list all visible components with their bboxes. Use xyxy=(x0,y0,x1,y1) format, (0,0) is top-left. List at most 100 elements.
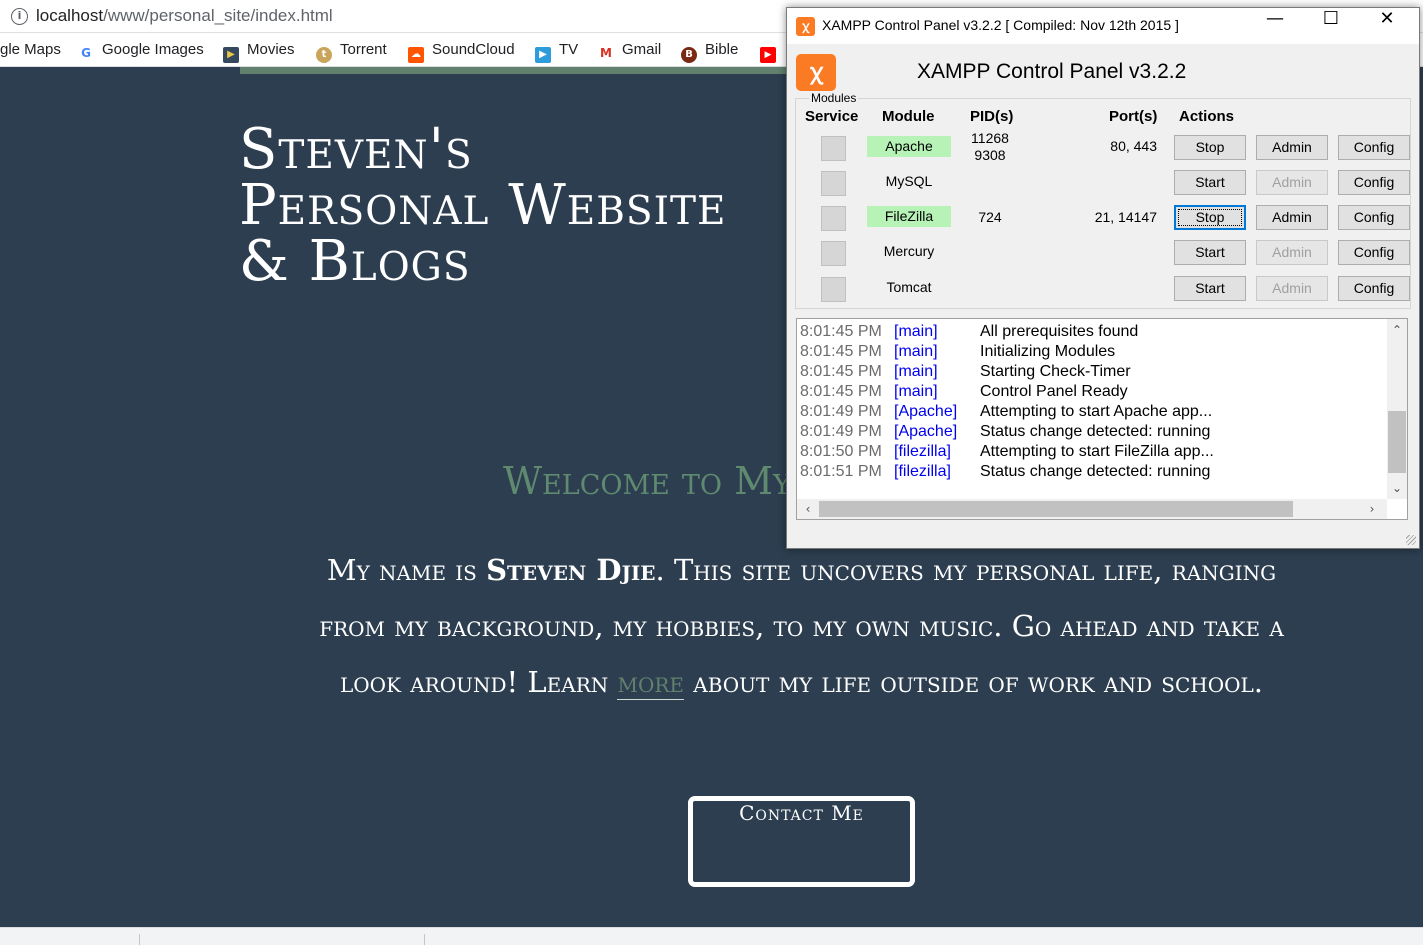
bookmark-label: Movies xyxy=(247,41,295,58)
screen: i localhost/www/personal_site/index.html… xyxy=(0,0,1423,945)
col-port: Port(s) xyxy=(1109,108,1158,125)
contact-me-button[interactable]: Contact Me xyxy=(688,796,915,887)
maximize-icon[interactable]: ☐ xyxy=(1303,8,1359,44)
horizontal-scroll-thumb[interactable] xyxy=(819,501,1293,517)
bookmark-torrent[interactable]: t Torrent xyxy=(316,41,387,63)
divider xyxy=(424,934,425,945)
tomcat-config-button[interactable]: Config xyxy=(1338,276,1410,301)
gmail-icon: M xyxy=(600,46,612,60)
col-pid: PID(s) xyxy=(970,108,1014,125)
bookmark-label: TV xyxy=(559,41,579,58)
minimize-icon[interactable]: — xyxy=(1247,8,1303,44)
log-message: Attempting to start FileZilla app... xyxy=(980,443,1214,460)
learn-more-link[interactable]: more xyxy=(617,665,685,700)
pid-value: 11268 9308 xyxy=(965,130,1015,164)
xampp-titlebar[interactable]: ꭓ XAMPP Control Panel v3.2.2 [ Compiled:… xyxy=(787,8,1419,44)
log-time: 8:01:45 PM xyxy=(800,343,882,360)
bookmark-movies[interactable]: ▶ Movies xyxy=(223,41,295,63)
log-source: [Apache] xyxy=(894,423,958,440)
apache-config-button[interactable]: Config xyxy=(1338,135,1410,160)
log-line: 8:01:50 PM [filezilla] Attempting to start… xyxy=(800,442,1214,462)
col-module: Module xyxy=(882,108,935,125)
mercury-start-button[interactable]: Start xyxy=(1174,240,1246,265)
log-line: 8:01:45 PM [main] Starting Check-Timer xyxy=(800,362,1131,382)
service-checkbox[interactable] xyxy=(821,277,846,302)
log-time: 8:01:51 PM xyxy=(800,463,882,480)
filezilla-config-button[interactable]: Config xyxy=(1338,205,1410,230)
youtube-icon: ▶ xyxy=(760,47,776,63)
log-vertical-scrollbar[interactable]: ⌃ ⌄ xyxy=(1387,319,1407,499)
url-path: /www/personal_site/index.html xyxy=(103,6,333,25)
site-title: Steven's Personal Website & Blogs xyxy=(239,122,859,290)
service-checkbox[interactable] xyxy=(821,136,846,161)
port-value: 80, 443 xyxy=(1110,138,1157,154)
apache-admin-button[interactable]: Admin xyxy=(1256,135,1328,160)
google-icon: G xyxy=(81,46,91,60)
scroll-down-icon[interactable]: ⌄ xyxy=(1388,479,1406,497)
scroll-right-icon[interactable]: › xyxy=(1363,500,1381,518)
filezilla-admin-button[interactable]: Admin xyxy=(1256,205,1328,230)
log-horizontal-scrollbar[interactable]: ‹ › xyxy=(797,499,1387,519)
module-name: Tomcat xyxy=(886,279,932,295)
bookmark-bible[interactable]: B Bible xyxy=(681,41,738,63)
tomcat-start-button[interactable]: Start xyxy=(1174,276,1246,301)
nav-accent-bar xyxy=(240,67,800,74)
log-message: Status change detected: running xyxy=(980,423,1211,440)
mercury-admin-button[interactable]: Admin xyxy=(1256,240,1328,265)
bookmark-maps[interactable]: gle Maps xyxy=(0,41,61,59)
log-panel[interactable]: 8:01:45 PM [main] All prerequisites found … xyxy=(796,318,1408,520)
filezilla-stop-button[interactable]: Stop xyxy=(1174,205,1246,230)
port-value: 21, 14147 xyxy=(1094,209,1157,225)
service-checkbox[interactable] xyxy=(821,241,846,266)
intro-text: My name is xyxy=(326,553,487,587)
log-line: 8:01:51 PM [filezilla] Status change detec… xyxy=(800,462,1210,482)
module-row-apache: Apache 11268 9308 80, 443 Stop Admin Conf… xyxy=(787,130,1419,164)
bookmark-label: Torrent xyxy=(340,41,387,58)
mercury-config-button[interactable]: Config xyxy=(1338,240,1410,265)
log-message: All prerequisites found xyxy=(980,323,1139,340)
title-line: Steven's xyxy=(239,117,473,182)
module-row-filezilla: FileZilla 724 21, 14147 Stop Admin Confi… xyxy=(787,204,1419,234)
apache-stop-button[interactable]: Stop xyxy=(1174,135,1246,160)
pid-line: 11268 xyxy=(971,130,1009,146)
service-checkbox[interactable] xyxy=(821,171,846,196)
vertical-scroll-thumb[interactable] xyxy=(1388,411,1406,473)
bookmark-youtube[interactable]: ▶ xyxy=(760,41,784,63)
bookmark-gmail[interactable]: M Gmail xyxy=(598,41,661,60)
log-line: 8:01:49 PM [Apache] Status change detected… xyxy=(800,422,1210,442)
module-row-mysql: MySQL Start Admin Config xyxy=(787,169,1419,199)
intro-text: about my life outside of work and school… xyxy=(684,665,1263,699)
movies-icon: ▶ xyxy=(223,47,239,63)
bookmark-soundcloud[interactable]: ☁ SoundCloud xyxy=(408,41,515,63)
service-checkbox[interactable] xyxy=(821,206,846,231)
log-source: [filezilla] xyxy=(894,443,951,460)
window-title: XAMPP Control Panel v3.2.2 [ Compiled: N… xyxy=(822,17,1179,33)
title-line: Personal Website xyxy=(239,173,727,238)
xampp-window: ꭓ XAMPP Control Panel v3.2.2 [ Compiled:… xyxy=(786,7,1420,549)
mysql-admin-button[interactable]: Admin xyxy=(1256,170,1328,195)
bookmark-google-images[interactable]: G Google Images xyxy=(78,41,204,60)
log-source: [filezilla] xyxy=(894,463,951,480)
mysql-config-button[interactable]: Config xyxy=(1338,170,1410,195)
log-message: Attempting to start Apache app... xyxy=(980,403,1213,420)
log-source: [main] xyxy=(894,343,938,360)
log-source: [main] xyxy=(894,383,938,400)
resize-grip-icon[interactable] xyxy=(1406,535,1416,545)
intro-paragraph: My name is Steven Djie. This site uncove… xyxy=(300,542,1303,710)
divider xyxy=(139,934,140,945)
tv-icon: ▶ xyxy=(535,47,551,63)
scroll-left-icon[interactable]: ‹ xyxy=(799,500,817,518)
close-icon[interactable]: ✕ xyxy=(1359,8,1415,44)
bookmark-tv[interactable]: ▶ TV xyxy=(535,41,579,63)
log-source: [Apache] xyxy=(894,403,958,420)
scroll-up-icon[interactable]: ⌃ xyxy=(1388,321,1406,339)
tomcat-admin-button[interactable]: Admin xyxy=(1256,276,1328,301)
log-message: Starting Check-Timer xyxy=(980,363,1131,380)
col-service: Service xyxy=(805,108,859,125)
log-line: 8:01:45 PM [main] All prerequisites found xyxy=(800,322,1138,342)
mysql-start-button[interactable]: Start xyxy=(1174,170,1246,195)
bible-icon: B xyxy=(681,47,697,63)
log-time: 8:01:49 PM xyxy=(800,423,882,440)
url-text[interactable]: localhost/www/personal_site/index.html xyxy=(36,6,333,26)
info-icon[interactable]: i xyxy=(11,8,28,25)
